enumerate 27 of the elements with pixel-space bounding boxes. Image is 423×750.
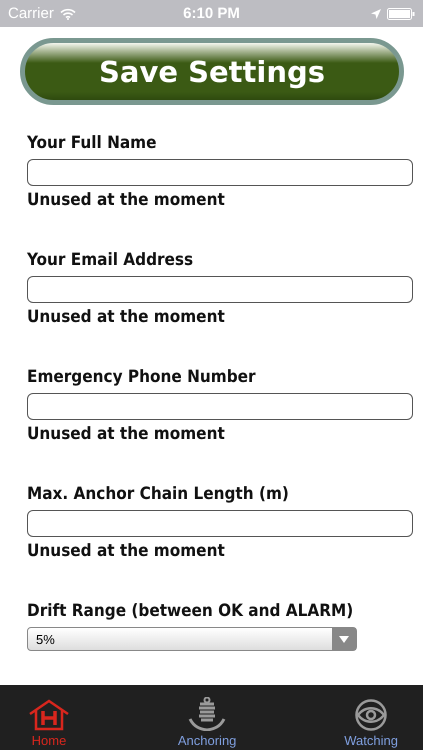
clock-time: 6:10 PM (183, 5, 240, 22)
house-icon (28, 699, 70, 731)
field-note: Unused at the moment (27, 307, 226, 329)
field-label: Drift Range (between OK and ALARM) (27, 601, 354, 621)
drift-range-dropdown[interactable]: 5% (27, 627, 357, 651)
field-label: Max. Anchor Chain Length (m) (27, 484, 290, 504)
input-field[interactable] (27, 159, 413, 186)
caret-icon (339, 636, 349, 642)
input-field[interactable] (27, 510, 413, 537)
tab[interactable]: Anchoring (178, 685, 236, 750)
carrier-label: Carrier (8, 5, 54, 22)
field-label: Emergency Phone Number (27, 367, 257, 387)
field-label: Your Email Address (27, 250, 194, 270)
battery-icon (387, 8, 415, 20)
tab[interactable]: Watching (344, 685, 398, 750)
tab[interactable]: Home (28, 685, 70, 750)
input-field[interactable] (27, 393, 413, 420)
eye-icon (353, 699, 390, 731)
wifi-icon (60, 8, 76, 20)
input-field[interactable] (27, 276, 413, 303)
anchor-icon (188, 697, 226, 731)
save-settings-button[interactable]: Save Settings (20, 38, 404, 105)
field-label: Your Full Name (27, 133, 158, 153)
location-arrow-icon (371, 8, 381, 18)
field-note: Unused at the moment (27, 541, 226, 563)
field-note: Unused at the moment (27, 424, 226, 446)
field-note: Unused at the moment (27, 190, 226, 212)
